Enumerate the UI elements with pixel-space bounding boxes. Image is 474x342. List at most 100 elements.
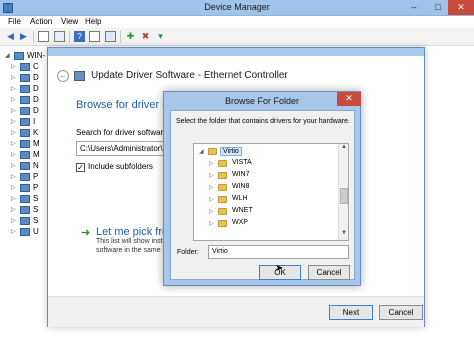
minimize-button[interactable]: – — [402, 0, 426, 15]
tree-item-label: S — [33, 205, 39, 214]
include-subfolders-checkbox[interactable]: ✓ Include subfolders — [76, 162, 153, 172]
menu-view[interactable]: View — [61, 17, 78, 26]
wizard-title: Update Driver Software - Ethernet Contro… — [91, 70, 288, 81]
device-icon — [20, 195, 30, 203]
device-icon — [20, 63, 30, 71]
folder-input[interactable]: Virtio — [208, 245, 349, 259]
folder-item-wnet[interactable]: ▷ WNET — [194, 206, 339, 217]
folder-label: WIN8 — [232, 183, 250, 190]
help-icon[interactable]: ? — [74, 31, 85, 42]
dialog-instruction: Select the folder that contains drivers … — [176, 118, 350, 125]
device-icon — [20, 129, 30, 137]
tree-item-label: D — [33, 106, 39, 115]
wizard-footer: Next Cancel — [48, 296, 424, 327]
folder-icon — [218, 160, 227, 167]
folder-icon — [218, 184, 227, 191]
tree-item-label: C — [33, 62, 39, 71]
dialog-title: Browse For Folder — [224, 96, 300, 106]
cancel-button[interactable]: Cancel — [308, 265, 350, 280]
close-button[interactable]: ✕ — [448, 0, 474, 15]
folder-icon — [208, 148, 217, 155]
arrow-right-icon: ➜ — [81, 227, 91, 239]
expand-arrow-icon: ▷ — [11, 64, 16, 70]
folder-label: VISTA — [232, 159, 252, 166]
properties-icon[interactable] — [54, 31, 65, 42]
device-icon — [20, 107, 30, 115]
folder-item-vista[interactable]: ▷ VISTA — [194, 158, 339, 169]
tree-item-label: P — [33, 183, 39, 192]
folder-item-win7[interactable]: ▷ WIN7 — [194, 170, 339, 181]
device-icon — [20, 151, 30, 159]
expand-arrow-icon: ▷ — [209, 161, 214, 167]
expand-arrow-icon: ▷ — [11, 196, 16, 202]
uninstall-icon[interactable]: ✖ — [140, 31, 151, 42]
scan-hardware-icon[interactable]: ✚ — [125, 31, 136, 42]
expand-arrow-icon: ▷ — [209, 221, 214, 227]
mouse-pointer-icon: ➤ — [275, 263, 284, 274]
tree-item-label: D — [33, 95, 39, 104]
show-hide-tree-icon[interactable] — [38, 31, 49, 42]
menu-action[interactable]: Action — [30, 17, 52, 26]
maximize-button[interactable]: □ — [426, 0, 450, 15]
tree-item-label: P — [33, 172, 39, 181]
expand-arrow-icon: ▷ — [11, 130, 16, 136]
include-subfolders-label: Include subfolders — [88, 162, 153, 171]
device-icon — [20, 96, 30, 104]
expand-arrow-icon: ▷ — [11, 141, 16, 147]
device-icon — [20, 217, 30, 225]
scroll-down-icon[interactable]: ▼ — [339, 230, 348, 239]
tree-item-label: D — [33, 84, 39, 93]
computer-icon — [14, 52, 24, 60]
device-icon — [20, 228, 30, 236]
folder-item-wlh[interactable]: ▷ WLH — [194, 194, 339, 205]
tree-item-label: K — [33, 128, 39, 137]
device-icon — [20, 74, 30, 82]
folder-item-win8[interactable]: ▷ WIN8 — [194, 182, 339, 193]
close-icon[interactable]: ✕ — [337, 92, 361, 106]
scroll-up-icon[interactable]: ▲ — [339, 144, 348, 153]
tree-item-label: I — [33, 117, 36, 126]
wizard-cancel-button[interactable]: Cancel — [379, 305, 423, 320]
menu-help[interactable]: Help — [85, 17, 101, 26]
back-icon[interactable]: ◀ — [5, 31, 16, 42]
expand-arrow-icon: ▷ — [11, 218, 16, 224]
folder-item-virtio[interactable]: ◢ Virtio — [194, 146, 339, 157]
toolbar-separator — [33, 31, 34, 43]
folder-label: Virtio — [220, 147, 242, 156]
expand-arrow-icon: ▷ — [11, 119, 16, 125]
vertical-scrollbar[interactable]: ▲ ▼ — [338, 144, 348, 240]
folder-label: WLH — [232, 195, 248, 202]
pick-driver-description: This list will show inst — [96, 238, 163, 245]
tree-root[interactable]: ◢ WIN- — [2, 51, 50, 61]
toolbar: ◀ ▶ ? ✚ ✖ ▾ — [0, 28, 474, 46]
folder-icon — [218, 196, 227, 203]
device-tree: ◢ WIN- ▷ C ▷ D ▷ D ▷ D ▷ D ▷ I ▷ K ▷ M ▷ M ▷ N ▷ P … — [0, 46, 48, 342]
tree-item-label: U — [33, 227, 39, 236]
device-icon — [20, 162, 30, 170]
update-driver-icon[interactable] — [89, 31, 100, 42]
next-button[interactable]: Next — [329, 305, 373, 320]
expand-arrow-icon: ▷ — [209, 197, 214, 203]
tree-item-label: M — [33, 139, 40, 148]
monitor-icon[interactable] — [105, 31, 116, 42]
search-location-label: Search for driver software in — [76, 128, 177, 137]
back-arrow-icon[interactable]: ← — [57, 70, 69, 82]
dialog-body: Select the folder that contains drivers … — [170, 110, 355, 280]
device-icon — [74, 71, 85, 81]
folder-icon — [218, 172, 227, 179]
device-icon — [20, 206, 30, 214]
expand-arrow-icon: ▷ — [11, 152, 16, 158]
scroll-thumb[interactable] — [340, 188, 348, 204]
collapse-arrow-icon: ◢ — [199, 149, 204, 155]
enable-device-icon[interactable]: ▾ — [155, 31, 166, 42]
menu-bar: File Action View Help — [0, 16, 474, 28]
folder-tree[interactable]: ◢ Virtio ▷ VISTA ▷ WIN7 ▷ WIN8 ▷ WLH ▷ W… — [193, 143, 349, 241]
forward-icon[interactable]: ▶ — [18, 31, 29, 42]
tree-root-label: WIN- — [27, 51, 46, 60]
toolbar-separator — [120, 31, 121, 43]
menu-file[interactable]: File — [8, 17, 21, 26]
expand-arrow-icon: ▷ — [11, 86, 16, 92]
device-icon — [20, 118, 30, 126]
folder-item-wxp[interactable]: ▷ WXP — [194, 218, 339, 229]
tree-item-label: N — [33, 161, 39, 170]
